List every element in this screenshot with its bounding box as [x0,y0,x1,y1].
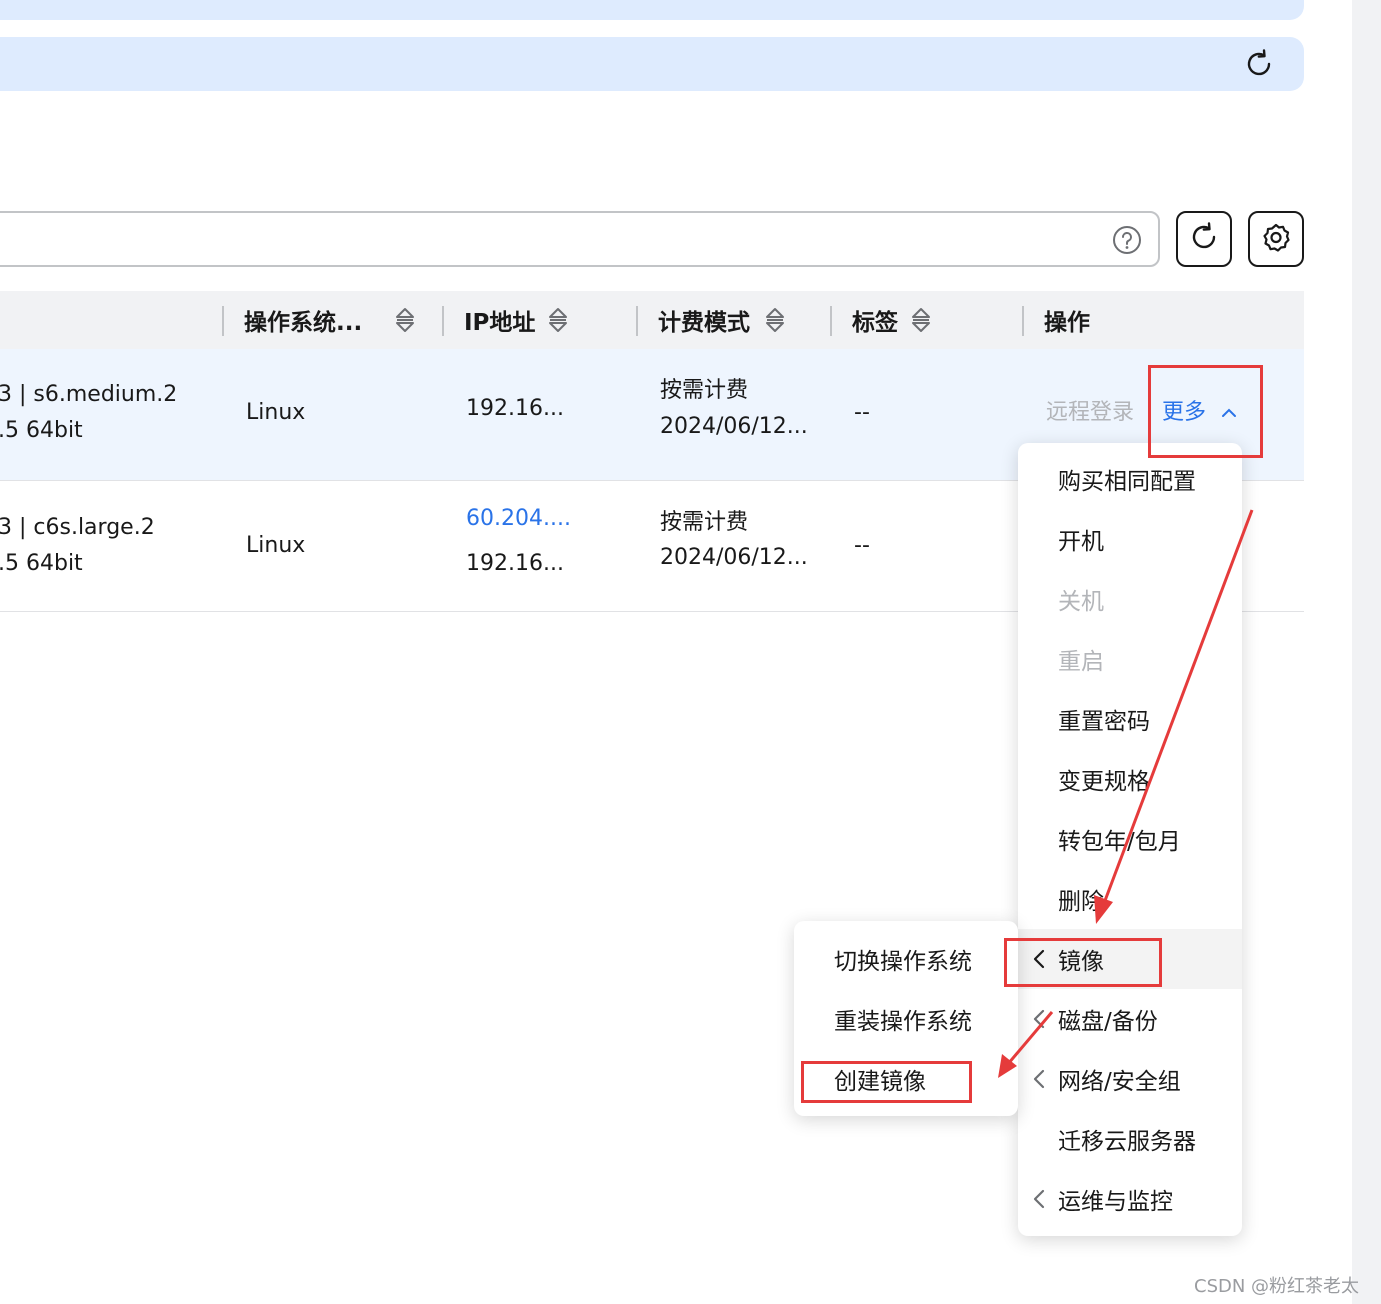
sort-icon[interactable] [910,305,932,335]
search-input[interactable] [0,211,1160,267]
instance-spec: 3 | c6s.large.2 [0,515,155,540]
menu-item-network-security-group[interactable]: 网络/安全组 [1018,1049,1242,1109]
instance-image: .5 64bit [0,418,83,443]
column-separator [442,306,444,336]
menu-item-label: 镜像 [1058,949,1104,975]
gear-icon [1261,222,1291,256]
column-separator [1022,306,1024,336]
menu-item-disk-backup[interactable]: 磁盘/备份 [1018,989,1242,1049]
menu-item-label: 创建镜像 [834,1069,926,1095]
tags-value: -- [854,400,870,425]
menu-item-label: 重置密码 [1058,709,1150,735]
column-separator [830,306,832,336]
more-label: 更多 [1162,400,1207,425]
settings-button[interactable] [1248,211,1304,267]
menu-item-image[interactable]: 镜像 [1018,929,1242,989]
menu-item-label: 转包年/包月 [1058,829,1181,855]
column-header-label: IP地址 [464,310,536,336]
created-time: 2024/06/12... [660,545,808,570]
created-time: 2024/06/12... [660,414,808,439]
menu-item-label: 开机 [1058,529,1104,555]
image-submenu: 切换操作系统 重装操作系统 创建镜像 [794,921,1018,1116]
submenu-item-switch-os[interactable]: 切换操作系统 [794,929,1018,989]
chevron-up-icon [1221,395,1237,431]
watermark: CSDN @粉红茶老太 [1194,1276,1360,1297]
instance-spec: 3 | s6.medium.2 [0,382,178,407]
tags-value: -- [854,533,870,558]
column-header-billing[interactable]: 计费模式 [658,291,786,349]
private-ip: 192.16... [466,551,564,576]
column-header-label: 计费模式 [658,310,750,336]
menu-item-label: 购买相同配置 [1058,469,1196,495]
refresh-icon[interactable] [1244,49,1274,79]
menu-item-reset-password[interactable]: 重置密码 [1018,689,1242,749]
chevron-left-icon [1032,948,1046,970]
menu-item-migrate-server[interactable]: 迁移云服务器 [1018,1109,1242,1169]
page-scrollbar[interactable] [1352,0,1381,1304]
chevron-left-icon [1032,1188,1046,1210]
submenu-item-reinstall-os[interactable]: 重装操作系统 [794,989,1018,1049]
instance-image: .5 64bit [0,551,83,576]
more-actions-menu: 购买相同配置 开机 关机 重启 重置密码 变更规格 转包年/包月 删除 镜像 磁… [1018,443,1242,1236]
top-banner [0,0,1304,20]
refresh-icon [1189,222,1219,256]
column-header-label: 标签 [852,310,898,336]
column-header-label: 操作系统... [244,310,363,336]
chevron-left-icon [1032,1068,1046,1090]
public-ip-link[interactable]: 60.204.... [466,501,571,537]
submenu-item-create-image[interactable]: 创建镜像 [794,1049,1018,1109]
menu-item-buy-same-config[interactable]: 购买相同配置 [1018,449,1242,509]
question-circle-icon[interactable] [1112,225,1142,255]
column-header-os[interactable]: 操作系统... [244,291,416,349]
more-dropdown-trigger[interactable]: 更多 [1162,395,1237,431]
menu-item-start[interactable]: 开机 [1018,509,1242,569]
menu-item-label: 重启 [1058,649,1104,675]
menu-item-label: 变更规格 [1058,769,1150,795]
menu-item-label: 切换操作系统 [834,949,972,975]
sort-icon[interactable] [547,305,569,335]
info-banner [0,37,1304,91]
column-separator [222,306,224,336]
column-header-actions: 操作 [1044,291,1090,349]
menu-item-ops-monitoring[interactable]: 运维与监控 [1018,1169,1242,1229]
menu-item-change-to-yearly-monthly[interactable]: 转包年/包月 [1018,809,1242,869]
menu-item-label: 删除 [1058,889,1104,915]
sort-icon[interactable] [764,305,786,335]
menu-item-label: 网络/安全组 [1058,1069,1181,1095]
column-header-tags[interactable]: 标签 [852,291,932,349]
menu-item-label: 运维与监控 [1058,1189,1173,1215]
billing-mode: 按需计费 [660,510,749,535]
sort-icon[interactable] [394,305,416,335]
os-type: Linux [246,533,306,558]
remote-login-link[interactable]: 远程登录 [1046,395,1134,431]
menu-item-label: 关机 [1058,589,1104,615]
menu-item-label: 迁移云服务器 [1058,1129,1196,1155]
os-type: Linux [246,400,306,425]
billing-mode: 按需计费 [660,378,749,403]
menu-item-label: 重装操作系统 [834,1009,972,1035]
column-header-label: 操作 [1044,310,1090,336]
refresh-button[interactable] [1176,211,1232,267]
menu-item-delete[interactable]: 删除 [1018,869,1242,929]
menu-item-restart: 重启 [1018,629,1242,689]
column-header-ip[interactable]: IP地址 [464,291,569,349]
menu-item-modify-specs[interactable]: 变更规格 [1018,749,1242,809]
column-separator [636,306,638,336]
chevron-left-icon [1032,1008,1046,1030]
menu-item-label: 磁盘/备份 [1058,1009,1158,1035]
table-header: 操作系统... IP地址 计费模式 标签 操作 [0,291,1304,349]
menu-item-stop: 关机 [1018,569,1242,629]
private-ip: 192.16... [466,396,564,421]
